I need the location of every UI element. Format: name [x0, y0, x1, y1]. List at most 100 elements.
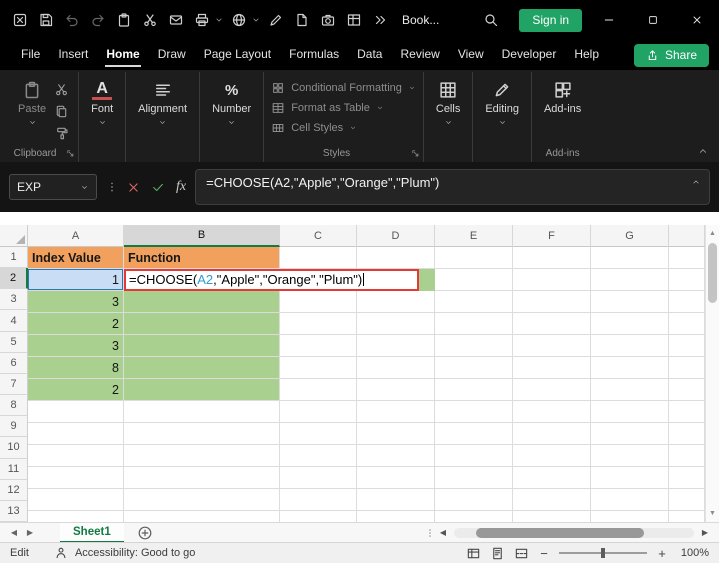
cell-A3[interactable]: 3 [28, 291, 124, 313]
cell-E8[interactable] [435, 401, 513, 423]
tab-view[interactable]: View [449, 40, 493, 70]
cell-blank[interactable] [669, 423, 705, 445]
cell-G12[interactable] [591, 489, 669, 511]
new-sheet-icon[interactable] [137, 525, 153, 541]
cell-blank[interactable] [669, 313, 705, 335]
accessibility-icon[interactable] [54, 546, 68, 560]
zoom-slider-thumb[interactable] [601, 548, 605, 558]
cell-blank[interactable] [669, 269, 705, 291]
zoom-in-button[interactable]: + [656, 546, 668, 561]
edited-cell-b2[interactable]: =CHOOSE(A2,"Apple","Orange","Plum") [124, 269, 419, 291]
cell-C9[interactable] [280, 423, 357, 445]
cell-E10[interactable] [435, 445, 513, 467]
format-as-table-button[interactable]: Format as Table [271, 101, 416, 115]
cell-blank[interactable] [669, 335, 705, 357]
cell-D8[interactable] [357, 401, 435, 423]
conditional-formatting-button[interactable]: Conditional Formatting [271, 81, 416, 95]
cell-G13[interactable] [591, 511, 669, 522]
cells-button[interactable]: Cells [431, 78, 465, 129]
row-header-13[interactable]: 13 [0, 501, 28, 522]
cell-E13[interactable] [435, 511, 513, 522]
cell-F11[interactable] [513, 467, 591, 489]
horizontal-scrollbar-thumb[interactable] [476, 528, 644, 538]
cell-F1[interactable] [513, 247, 591, 269]
hscroll-left-icon[interactable]: ◀ [435, 528, 451, 537]
collapse-ribbon-icon[interactable] [697, 145, 709, 157]
scroll-up-icon[interactable]: ▲ [706, 226, 719, 241]
cut-icon[interactable] [54, 82, 69, 97]
cell-F2[interactable] [513, 269, 591, 291]
tab-file[interactable]: File [12, 40, 49, 70]
cell-blank[interactable] [669, 291, 705, 313]
maximize-button[interactable] [631, 0, 675, 40]
cell-A2[interactable]: 1 [28, 269, 124, 291]
redo-icon[interactable] [86, 8, 110, 32]
format-painter-icon[interactable] [54, 126, 69, 141]
cell-C10[interactable] [280, 445, 357, 467]
tab-data[interactable]: Data [348, 40, 391, 70]
cell-blank[interactable] [669, 489, 705, 511]
cell-A11[interactable] [28, 467, 124, 489]
tab-home[interactable]: Home [97, 40, 148, 70]
cell-D13[interactable] [357, 511, 435, 522]
cell-G11[interactable] [591, 467, 669, 489]
undo-icon[interactable] [60, 8, 84, 32]
styles-dialog-launcher-icon[interactable] [410, 148, 421, 159]
cell-D10[interactable] [357, 445, 435, 467]
mail-icon[interactable] [164, 8, 188, 32]
cell-B3[interactable] [124, 291, 280, 313]
search-icon[interactable] [479, 8, 503, 32]
cell-B10[interactable] [124, 445, 280, 467]
cell-B9[interactable] [124, 423, 280, 445]
pen-icon[interactable] [264, 8, 288, 32]
cell-G10[interactable] [591, 445, 669, 467]
cell-C12[interactable] [280, 489, 357, 511]
cell-A5[interactable]: 3 [28, 335, 124, 357]
name-box[interactable]: EXP [9, 174, 97, 200]
cell-C13[interactable] [280, 511, 357, 522]
cell-blank[interactable] [669, 511, 705, 522]
tab-insert[interactable]: Insert [49, 40, 97, 70]
insert-function-icon[interactable]: fx [176, 179, 186, 195]
copy-icon[interactable] [54, 104, 69, 119]
sheet-nav-left-icon[interactable]: ◀ [6, 528, 22, 537]
cell-G4[interactable] [591, 313, 669, 335]
font-button[interactable]: A Font [86, 78, 118, 129]
column-header-F[interactable]: F [513, 225, 591, 247]
cell-editor-overlay[interactable]: =CHOOSE(A2,"Apple","Orange","Plum") [124, 269, 435, 291]
vertical-scrollbar[interactable]: ▲ ▼ [705, 225, 719, 522]
print-icon[interactable] [190, 8, 214, 32]
tab-page-layout[interactable]: Page Layout [195, 40, 280, 70]
row-header-11[interactable]: 11 [0, 459, 28, 480]
cell-C3[interactable] [280, 291, 357, 313]
row-header-12[interactable]: 12 [0, 480, 28, 501]
row-header-3[interactable]: 3 [0, 289, 28, 310]
tab-draw[interactable]: Draw [149, 40, 195, 70]
cell-blank[interactable] [669, 379, 705, 401]
tab-help[interactable]: Help [565, 40, 608, 70]
cell-C1[interactable] [280, 247, 357, 269]
excel-app-icon[interactable] [8, 8, 32, 32]
cell-blank[interactable] [669, 401, 705, 423]
cell-B11[interactable] [124, 467, 280, 489]
sheet-nav-right-icon[interactable]: ▶ [22, 528, 38, 537]
cell-D4[interactable] [357, 313, 435, 335]
zoom-out-button[interactable]: − [538, 546, 550, 561]
cell-styles-button[interactable]: Cell Styles [271, 121, 416, 135]
cell-G2[interactable] [591, 269, 669, 291]
cell-G7[interactable] [591, 379, 669, 401]
cell-F7[interactable] [513, 379, 591, 401]
cell-D12[interactable] [357, 489, 435, 511]
cell-C7[interactable] [280, 379, 357, 401]
cell-E4[interactable] [435, 313, 513, 335]
hscroll-right-icon[interactable]: ▶ [697, 528, 713, 537]
share-button[interactable]: Share [634, 44, 709, 67]
column-header-A[interactable]: A [28, 225, 124, 247]
cell-B8[interactable] [124, 401, 280, 423]
chevron-down-icon[interactable] [214, 15, 224, 25]
sheet-tab-sheet1[interactable]: Sheet1 [60, 523, 124, 543]
cell-C11[interactable] [280, 467, 357, 489]
cell-G6[interactable] [591, 357, 669, 379]
cell-G5[interactable] [591, 335, 669, 357]
cell-G8[interactable] [591, 401, 669, 423]
